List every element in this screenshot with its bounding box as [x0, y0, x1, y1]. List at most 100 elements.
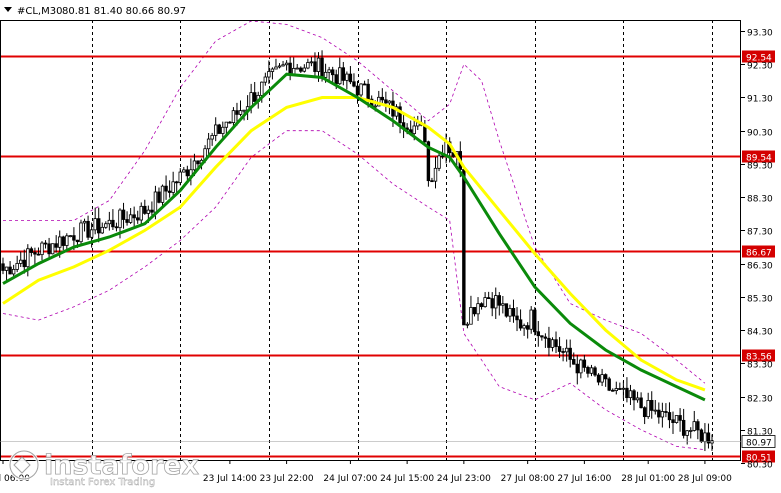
candle-body	[699, 429, 704, 443]
candle	[589, 364, 594, 377]
candle	[525, 322, 530, 339]
candle	[706, 423, 711, 449]
candle-body	[182, 169, 186, 173]
candle	[295, 63, 299, 70]
candle-body	[33, 252, 37, 255]
candle-body	[107, 219, 112, 225]
candle	[603, 373, 608, 387]
candle-body	[50, 243, 55, 255]
candle	[430, 177, 434, 183]
candle	[685, 430, 689, 445]
candle	[47, 237, 51, 258]
time-tick-label: 24 Jul 23:00	[437, 474, 491, 484]
candle-body	[175, 181, 179, 184]
candle	[362, 80, 367, 86]
candle	[33, 247, 37, 265]
candle	[593, 365, 597, 377]
candle	[121, 202, 126, 229]
candle-body	[196, 160, 200, 165]
candle-body	[97, 218, 101, 234]
candle	[472, 307, 477, 317]
candle-body	[362, 83, 367, 86]
candle	[433, 156, 438, 189]
candle	[486, 291, 491, 300]
candle	[529, 306, 533, 334]
candle-body	[703, 432, 707, 443]
candle	[508, 304, 512, 323]
time-tick-label: 23 Jul 22:00	[260, 474, 314, 484]
candle-body	[171, 181, 175, 193]
candle	[245, 95, 250, 121]
candle	[107, 211, 112, 231]
candle-body	[642, 407, 647, 418]
candle-body	[228, 121, 232, 124]
candle	[660, 402, 665, 428]
candle-body	[632, 390, 636, 401]
candle-body	[121, 209, 126, 220]
candle	[696, 419, 700, 440]
candle	[497, 292, 501, 316]
candle-body	[685, 430, 689, 436]
candle-body	[252, 92, 257, 102]
price-tick-label: 91.30	[747, 95, 773, 105]
candle-body	[504, 303, 509, 317]
price-tick-label: 86.30	[747, 262, 773, 272]
candle	[302, 64, 307, 73]
candle	[65, 233, 69, 251]
candle-body	[323, 71, 328, 78]
candle	[611, 388, 615, 392]
candle-body	[221, 126, 225, 134]
candle-body	[536, 331, 540, 337]
candle-body	[8, 266, 12, 275]
candle	[29, 246, 34, 257]
candle	[639, 392, 643, 409]
candle-body	[525, 325, 530, 330]
candle-body	[125, 219, 129, 223]
candle	[540, 335, 544, 341]
time-tick-label: 24 Jul 15:00	[380, 474, 434, 484]
price-tick-label: 84.30	[747, 328, 773, 338]
candle-body	[277, 65, 282, 68]
candle	[114, 222, 119, 232]
candle-body	[128, 214, 133, 223]
candle-body	[550, 339, 555, 348]
candle	[582, 354, 587, 372]
candle-body	[11, 268, 16, 275]
candle	[341, 61, 346, 86]
candle-body	[263, 76, 268, 83]
candle	[345, 71, 349, 90]
candle-body	[611, 389, 615, 392]
candle-body	[160, 185, 165, 203]
candle-body	[29, 248, 34, 253]
candle	[494, 287, 498, 319]
candle	[490, 292, 494, 317]
candle-body	[75, 239, 80, 243]
candle-body	[589, 367, 594, 374]
candle-body	[143, 205, 147, 214]
candle-body	[359, 83, 363, 96]
candle	[43, 240, 48, 249]
candle-body	[330, 69, 335, 76]
price-tick-label: 93.30	[747, 29, 773, 39]
candle-body	[657, 409, 661, 418]
candle	[306, 58, 310, 70]
candle-body	[104, 223, 108, 228]
candle	[309, 57, 314, 67]
dropdown-triangle-icon[interactable]	[4, 7, 12, 12]
candle	[550, 337, 555, 352]
candle	[54, 235, 58, 253]
candle	[681, 408, 686, 439]
chart-window: 92.54 89.54 86.67 83.56 80.51 93.30 92.30 91.30…	[0, 0, 781, 489]
candle-body	[206, 138, 211, 150]
candle-body	[710, 440, 714, 444]
candle-body	[533, 309, 537, 333]
candle	[384, 91, 388, 112]
candle-body	[380, 96, 385, 101]
candle	[299, 66, 303, 73]
candle	[338, 57, 342, 85]
candle	[61, 235, 65, 251]
candle-body	[153, 191, 158, 213]
candle-body	[4, 266, 9, 271]
candle	[621, 381, 626, 399]
candle-body	[678, 415, 682, 421]
